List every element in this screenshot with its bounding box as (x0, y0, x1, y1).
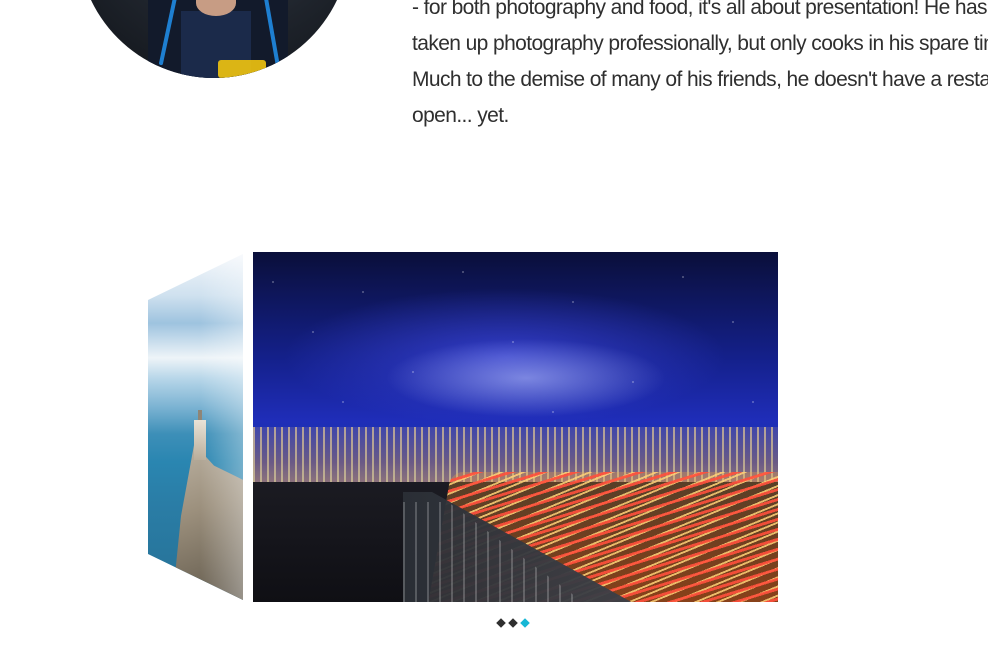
carousel-previous-slide[interactable] (148, 254, 243, 600)
bio-line: Much to the demise of many of his friend… (412, 68, 988, 91)
carousel-active-slide[interactable] (253, 252, 778, 602)
bio-line: open... yet. (412, 104, 509, 127)
carousel-dot-2[interactable] (508, 618, 518, 628)
slide-shade (148, 254, 243, 600)
carousel-dot-1[interactable] (496, 618, 506, 628)
profile-avatar (78, 0, 350, 78)
slide-stars (253, 252, 778, 445)
carousel-pagination (496, 616, 530, 630)
photo-carousel (0, 250, 988, 630)
bio-line: taken up photography professionally, but… (412, 32, 988, 55)
avatar-shirt-logo (218, 60, 266, 78)
bio-paragraph: - for both photography and food, it's al… (412, 0, 988, 134)
bio-line: - for both photography and food, it's al… (412, 0, 988, 19)
carousel-dot-3[interactable] (520, 618, 530, 628)
